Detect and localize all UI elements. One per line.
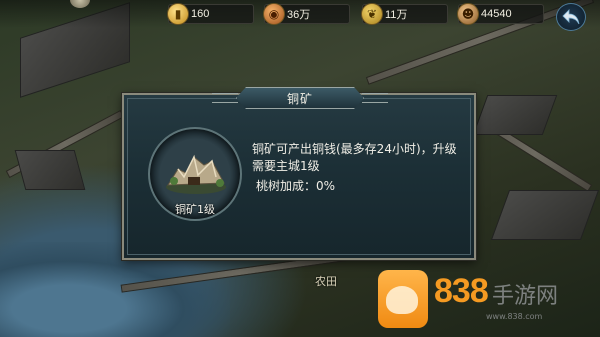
building-icon-frame: 铜矿1级 xyxy=(148,127,242,221)
resource-bar: ▮ 160 ◉ 36万 ❦ 11万 ☻ 44540 xyxy=(0,0,600,31)
resource-gold[interactable]: ▮ 160 xyxy=(167,3,254,25)
watermark-url: www.838.com xyxy=(486,312,543,321)
title-ornament xyxy=(212,93,238,103)
resource-value: 44540 xyxy=(481,8,512,20)
resource-value: 160 xyxy=(191,8,210,20)
building-description: 铜矿可产出铜钱(最多存24小时)，升级需要主城1级 xyxy=(252,142,457,173)
site-logo-icon xyxy=(378,270,428,328)
menu-orb-button[interactable] xyxy=(70,0,90,8)
building-level-label: 铜矿1级 xyxy=(175,203,215,216)
dialog-title-plate: 铜矿 xyxy=(236,87,364,109)
back-arrow-icon xyxy=(562,9,580,25)
resource-copper[interactable]: ◉ 36万 xyxy=(263,3,350,25)
copper-coin-icon: ◉ xyxy=(263,3,285,25)
resource-value: 11万 xyxy=(385,9,408,21)
resource-value: 36万 xyxy=(287,9,311,21)
building-roof xyxy=(490,190,600,240)
resource-troops[interactable]: ☻ 44540 xyxy=(457,3,544,25)
watermark: 838 手游网 www.838.com xyxy=(374,262,600,337)
watermark-number: 838 xyxy=(434,272,489,310)
building-info-dialog[interactable]: 铜矿 铜矿1级 铜矿可产出铜钱(最多存24小时)，升级需要主城1级 桃树加成：0… xyxy=(122,93,476,260)
copper-mine-icon xyxy=(166,154,226,194)
resource-grain[interactable]: ❦ 11万 xyxy=(361,3,448,25)
back-button[interactable] xyxy=(556,3,586,31)
peach-tree-bonus: 桃树加成：0% xyxy=(256,179,336,193)
dialog-title: 铜矿 xyxy=(286,91,313,106)
title-ornament xyxy=(362,93,388,103)
gold-ingot-icon: ▮ xyxy=(167,3,189,25)
building-roof xyxy=(472,95,558,135)
building-roof xyxy=(14,150,86,190)
watermark-site: 手游网 xyxy=(492,284,559,309)
troops-icon: ☻ xyxy=(457,3,479,25)
farm-label[interactable]: 农田 xyxy=(315,273,337,289)
grain-icon: ❦ xyxy=(361,3,383,25)
